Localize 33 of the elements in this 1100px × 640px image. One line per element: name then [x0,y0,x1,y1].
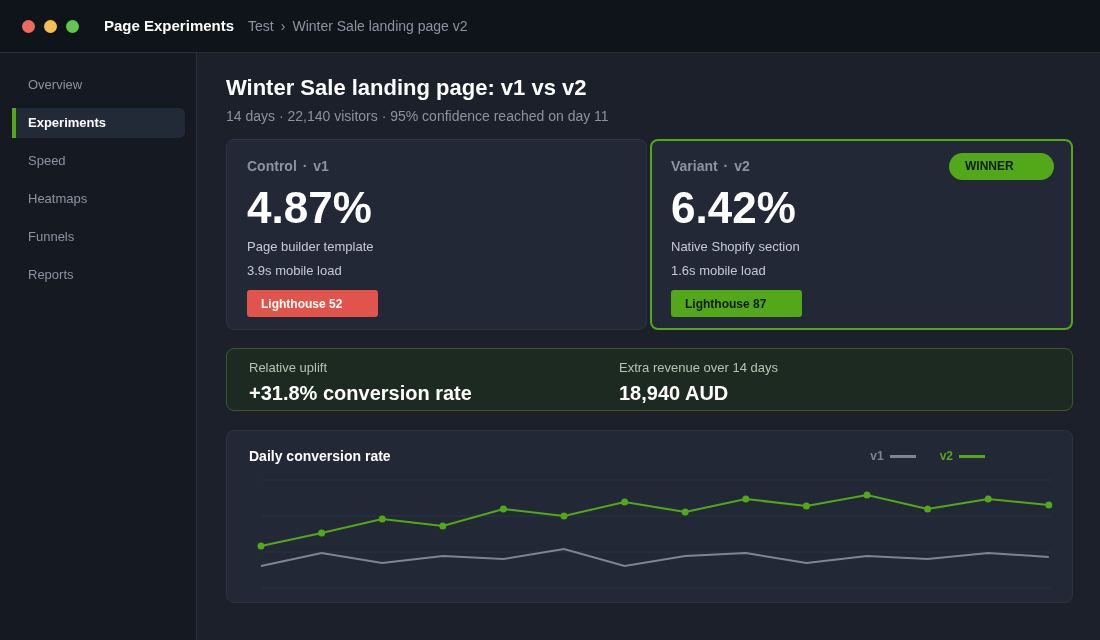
metric-value: +31.8% conversion rate [249,381,473,405]
variant-label: Control · v1 [247,156,329,176]
sidebar-item[interactable]: Reports [12,260,185,290]
chart-title: Daily conversion rate [249,446,391,466]
app-title: Page Experiments [104,15,235,36]
breadcrumb-current: Winter Sale landing page v2 [292,16,468,36]
sidebar-item[interactable]: Experiments [12,108,185,138]
mobile-load-time: 3.9s mobile load [247,262,343,280]
legend-label: v2 [939,448,953,465]
sidebar-item[interactable]: Speed [12,146,185,176]
conversion-rate: 6.42% [671,184,797,232]
minimize-icon[interactable] [44,19,57,33]
lighthouse-badge: Lighthouse 87 [671,290,802,317]
winner-badge: WINNER [949,152,1054,180]
page-title: Winter Sale landing page: v1 vs v2 [226,74,588,102]
breadcrumb-link[interactable]: Test [248,15,274,37]
conversion-rate: 4.87% [247,184,373,232]
variant-description: Page builder template [247,238,375,256]
lighthouse-badge: Lighthouse 52 [247,290,378,317]
breadcrumb-separator: › [280,16,286,36]
sidebar-item[interactable]: Overview [12,70,185,100]
metric-label: Extra revenue over 14 days [619,359,779,377]
sidebar-item[interactable]: Funnels [12,222,185,252]
legend-label: v1 [870,448,884,465]
sidebar-item[interactable]: Heatmaps [12,184,185,214]
variant-label: Variant · v2 [671,156,750,176]
metric-label: Relative uplift [249,359,329,377]
maximize-icon[interactable] [66,19,79,33]
mobile-load-time: 1.6s mobile load [671,262,767,280]
experiment-summary: 14 days · 22,140 visitors · 95% confidence reached on day 11 [226,107,610,126]
close-icon[interactable] [22,19,35,33]
variant-description: Native Shopify section [671,238,801,256]
metric-value: 18,940 AUD [619,381,730,405]
